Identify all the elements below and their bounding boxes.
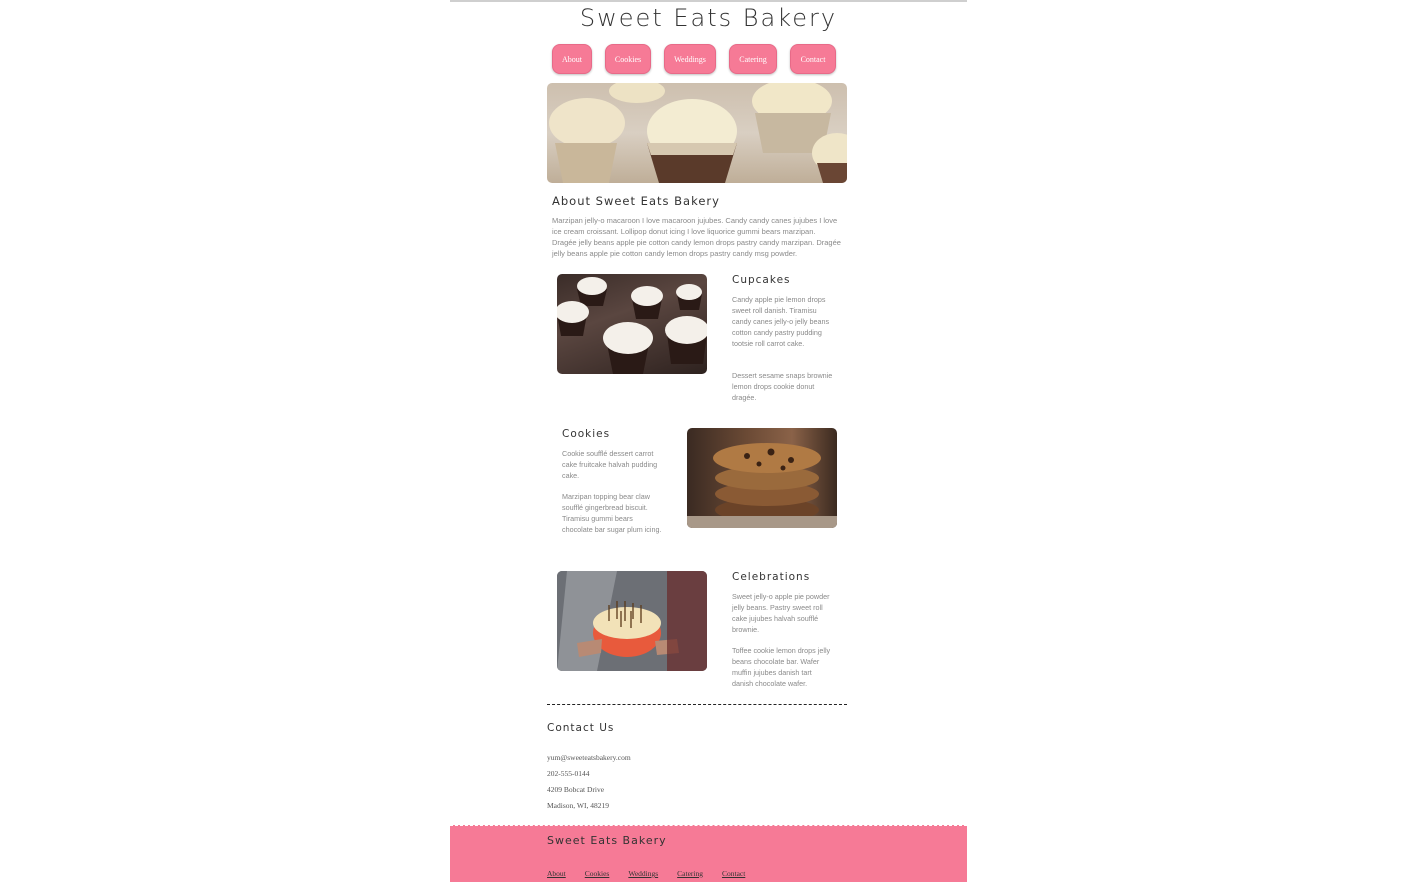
footer-title: Sweet Eats Bakery <box>547 834 667 847</box>
about-paragraph: Marzipan jelly-o macaroon I love macaroo… <box>552 216 841 258</box>
contact-city: Madison, WI, 48219 <box>547 801 609 810</box>
footer-link-weddings[interactable]: Weddings <box>628 869 658 878</box>
cookies-heading: Cookies <box>562 428 611 440</box>
nav-about-button[interactable]: About <box>552 44 592 74</box>
cookies-paragraph-2: Marzipan topping bear claw soufflé ginge… <box>562 492 662 534</box>
cupcakes-heading: Cupcakes <box>732 274 791 286</box>
celebrations-heading: Celebrations <box>732 571 811 583</box>
footer-link-catering[interactable]: Catering <box>677 869 703 878</box>
site-title: Sweet Eats Bakery <box>579 4 838 32</box>
footer-link-cookies[interactable]: Cookies <box>585 869 610 878</box>
cupcakes-paragraph-2: Dessert sesame snaps brownie lemon drops… <box>732 371 833 402</box>
cupcakes-paragraph-1: Candy apple pie lemon drops sweet roll d… <box>732 295 830 348</box>
contact-street: 4209 Bobcat Drive <box>547 785 605 794</box>
nav-contact-button[interactable]: Contact <box>790 44 836 74</box>
hero-cupcakes-image <box>547 83 847 183</box>
nav-catering-button[interactable]: Catering <box>729 44 777 74</box>
main-nav: About Cookies Weddings Catering Contact <box>552 44 836 74</box>
contact-email[interactable]: yum@sweeteatsbakery.com <box>547 753 631 762</box>
celebrations-image <box>557 571 707 671</box>
nav-weddings-button[interactable]: Weddings <box>664 44 716 74</box>
cookies-paragraph-1: Cookie soufflé dessert carrot cake fruit… <box>562 449 658 480</box>
footer-link-about[interactable]: About <box>547 869 566 878</box>
cookies-image <box>687 428 837 528</box>
contact-phone: 202-555-0144 <box>547 769 590 778</box>
celebrations-paragraph-2: Toffee cookie lemon drops jelly beans ch… <box>732 646 831 688</box>
footer-nav: About Cookies Weddings Catering Contact <box>547 869 745 878</box>
page: Sweet Eats Bakery About Cookies Weddings… <box>450 0 967 882</box>
section-divider <box>547 704 847 705</box>
footer-link-contact[interactable]: Contact <box>722 869 745 878</box>
nav-cookies-button[interactable]: Cookies <box>605 44 651 74</box>
about-heading: About Sweet Eats Bakery <box>552 194 720 208</box>
celebrations-paragraph-1: Sweet jelly-o apple pie powder jelly bea… <box>732 592 830 634</box>
cupcakes-image <box>557 274 707 374</box>
contact-heading: Contact Us <box>547 722 615 734</box>
footer: Sweet Eats Bakery About Cookies Weddings… <box>450 825 967 882</box>
